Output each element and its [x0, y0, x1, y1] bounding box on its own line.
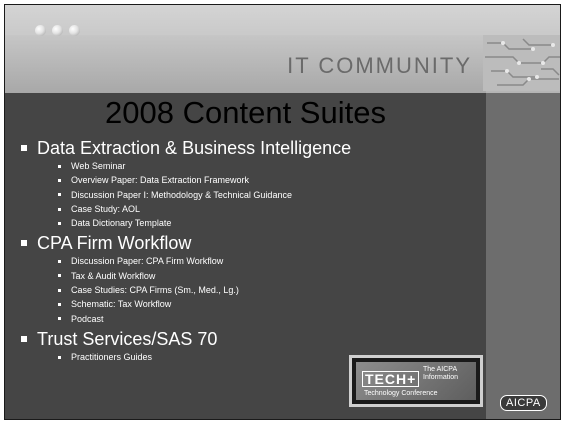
tech-tagline-line-2: Information	[423, 374, 459, 381]
tech-tagline-line-1: The AICPA	[423, 366, 458, 373]
list-item-label: Case Study: AOL	[71, 203, 141, 214]
list-item-label: Practitioners Guides	[71, 351, 153, 362]
list-item-label: Schematic: Tax Workflow	[71, 299, 172, 310]
section-data-extraction: Data Extraction & Business Intelligence …	[15, 137, 475, 230]
bullet-icon	[58, 260, 61, 264]
list-item-label: Web Seminar	[71, 161, 126, 171]
list-item: Case Studies: CPA Firms (Sm., Med., Lg.)	[15, 283, 475, 297]
section-title: Trust Services/SAS 70	[37, 328, 218, 349]
bullet-icon	[58, 164, 61, 168]
list-item: Podcast	[15, 312, 475, 326]
community-title: IT COMMUNITY	[287, 53, 472, 78]
bullet-icon	[58, 274, 61, 278]
sub-list: Web Seminar Overview Paper: Data Extract…	[15, 159, 475, 230]
bullet-icon	[21, 145, 27, 151]
sub-list: Discussion Paper: CPA Firm Workflow Tax …	[15, 254, 475, 325]
bullet-icon	[58, 193, 61, 197]
aicpa-logo: AICPA	[500, 395, 547, 411]
list-item: Overview Paper: Data Extraction Framewor…	[15, 173, 475, 187]
content-list: Data Extraction & Business Intelligence …	[15, 137, 475, 366]
bullet-icon	[58, 207, 61, 211]
list-item-label: Discussion Paper: CPA Firm Workflow	[71, 256, 224, 267]
slide: IT COMMUNITY 2008 Content Suites Data Ex…	[4, 4, 561, 420]
section-title: CPA Firm Workflow	[37, 233, 192, 254]
bullet-icon	[58, 303, 61, 307]
tech-conference-logo: TECH+ The AICPA Information Technology C…	[349, 355, 483, 407]
bullet-icon	[58, 317, 61, 321]
slide-title: 2008 Content Suites	[105, 95, 386, 130]
list-item-label: Podcast	[71, 313, 104, 324]
tech-tagline: The AICPA Information	[423, 366, 458, 382]
section-heading: Trust Services/SAS 70	[15, 328, 475, 350]
section-heading: Data Extraction & Business Intelligence	[15, 137, 475, 159]
list-item-label: Tax & Audit Workflow	[71, 270, 156, 281]
bullet-icon	[58, 288, 61, 292]
list-item: Schematic: Tax Workflow	[15, 297, 475, 311]
dot-icon	[35, 25, 46, 36]
list-item: Web Seminar	[15, 159, 475, 173]
tech-tagline-line-3: Technology Conference	[364, 390, 438, 397]
tech-logo-panel: TECH+ The AICPA Information Technology C…	[356, 362, 476, 400]
list-item: Case Study: AOL	[15, 202, 475, 216]
section-title: Data Extraction & Business Intelligence	[37, 138, 352, 158]
dot-icon	[52, 25, 63, 36]
decorative-dots	[35, 25, 80, 36]
list-item: Discussion Paper I: Methodology & Techni…	[15, 188, 475, 202]
tech-wordmark: TECH+	[362, 371, 420, 387]
list-item-label: Case Studies: CPA Firms (Sm., Med., Lg.)	[71, 285, 239, 296]
bullet-icon	[21, 335, 27, 342]
header-band: IT COMMUNITY	[5, 5, 560, 93]
list-item-label: Data Dictionary Template	[71, 218, 172, 229]
list-item: Tax & Audit Workflow	[15, 269, 475, 283]
dot-icon	[69, 25, 80, 36]
list-item: Discussion Paper: CPA Firm Workflow	[15, 254, 475, 268]
list-item-label: Discussion Paper I: Methodology & Techni…	[71, 189, 292, 200]
section-cpa-firm-workflow: CPA Firm Workflow Discussion Paper: CPA …	[15, 232, 475, 325]
circuit-board-icon	[483, 35, 560, 91]
list-item-label: Overview Paper: Data Extraction Framewor…	[71, 175, 250, 186]
bullet-icon	[58, 221, 61, 225]
bullet-icon	[58, 178, 61, 182]
list-item: Data Dictionary Template	[15, 216, 475, 230]
bullet-icon	[58, 355, 61, 359]
section-heading: CPA Firm Workflow	[15, 232, 475, 254]
bullet-icon	[21, 240, 27, 247]
